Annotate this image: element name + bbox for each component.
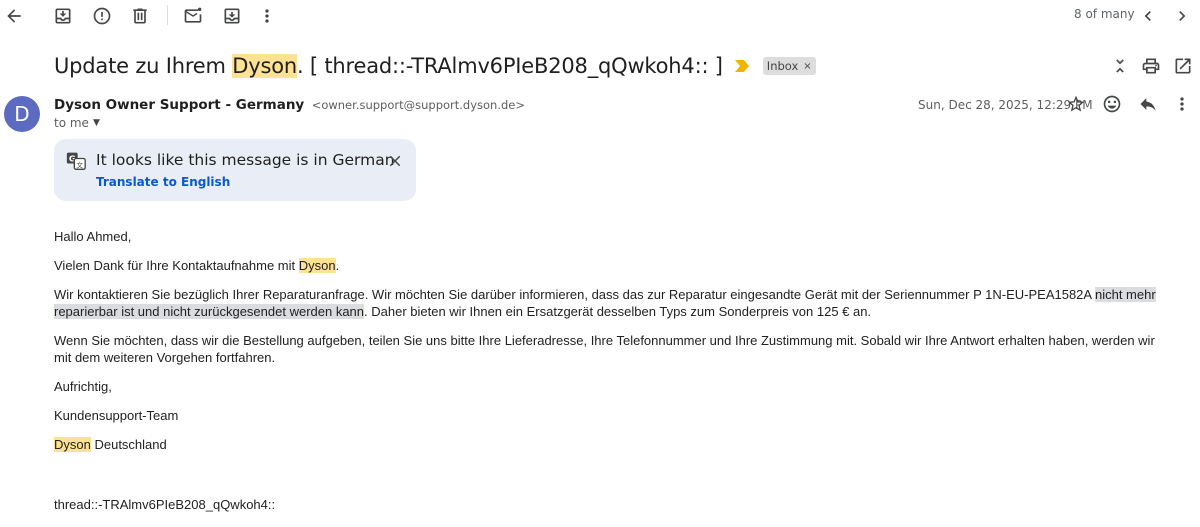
subject-row: Update zu Ihrem Dyson. [ thread::-TRAlmv… xyxy=(54,50,816,82)
repair-text-end: . Daher bieten wir Ihnen ein Ersatzgerät… xyxy=(364,304,872,319)
thanks-end: . xyxy=(335,258,340,273)
signature-highlight: Dyson xyxy=(54,437,91,452)
avatar[interactable]: D xyxy=(4,96,40,132)
svg-text:文: 文 xyxy=(76,160,83,169)
move-to-icon[interactable] xyxy=(216,0,248,32)
pager-count: 8 of many xyxy=(1074,7,1135,21)
archive-icon[interactable] xyxy=(47,0,79,32)
translate-icon: G 文 xyxy=(66,152,86,170)
repair-paragraph: Wir kontaktieren Sie bezüglich Ihrer Rep… xyxy=(54,286,1174,320)
important-marker-icon[interactable] xyxy=(734,60,749,72)
print-icon[interactable] xyxy=(1135,50,1167,82)
more-vert-icon[interactable] xyxy=(251,0,283,32)
recipient-text: to me xyxy=(54,116,89,130)
reply-icon[interactable] xyxy=(1132,88,1164,120)
thanks-paragraph: Vielen Dank für Ihre Kontaktaufnahme mit… xyxy=(54,257,1174,274)
team-signature: Kundensupport-Team xyxy=(54,408,179,423)
sender-line: Dyson Owner Support - Germany <owner.sup… xyxy=(54,96,525,114)
subject-text-start: Update zu Ihrem xyxy=(54,54,233,78)
show-details-caret-icon[interactable]: ▼ xyxy=(93,118,100,128)
close-icon[interactable] xyxy=(384,150,406,172)
toolbar-divider xyxy=(167,5,168,25)
subject-highlight: Dyson xyxy=(232,54,297,78)
label-chip-text: Inbox xyxy=(766,59,799,73)
older-chevron-right-icon[interactable] xyxy=(1166,0,1198,32)
greeting: Hallo Ahmed, xyxy=(54,229,132,244)
back-arrow-icon[interactable] xyxy=(0,0,30,32)
email-body: Hallo Ahmed, Vielen Dank für Ihre Kontak… xyxy=(54,228,1174,465)
translate-message: It looks like this message is in German xyxy=(96,151,395,169)
repair-text-start: Wir kontaktieren Sie bezüglich Ihrer Rep… xyxy=(54,287,1095,302)
subject-text-end: . [ thread::-TRAlmv6PIeB208_qQwkoh4:: ] xyxy=(296,54,723,78)
mark-unread-icon[interactable] xyxy=(177,0,209,32)
emoji-reaction-icon[interactable] xyxy=(1096,88,1128,120)
collapse-all-icon[interactable] xyxy=(1104,50,1136,82)
thread-id-footer: thread::-TRAlmv6PIeB208_qQwkoh4:: xyxy=(54,497,276,512)
translate-link[interactable]: Translate to English xyxy=(96,175,230,189)
thanks-text: Vielen Dank für Ihre Kontaktaufnahme mit xyxy=(54,258,299,273)
delete-icon[interactable] xyxy=(124,0,156,32)
translate-banner: G 文 It looks like this message is in Ger… xyxy=(54,139,416,201)
company-signature: Dyson Deutschland xyxy=(54,436,1174,453)
message-more-vert-icon[interactable] xyxy=(1166,88,1198,120)
label-remove-icon[interactable]: × xyxy=(803,61,811,72)
email-subject: Update zu Ihrem Dyson. [ thread::-TRAlmv… xyxy=(54,54,723,78)
open-new-window-icon[interactable] xyxy=(1167,50,1199,82)
star-icon[interactable] xyxy=(1060,88,1092,120)
sender-email: <owner.support@support.dyson.de> xyxy=(311,98,526,112)
report-spam-icon[interactable] xyxy=(86,0,118,32)
recipient-line: to me ▼ xyxy=(54,116,100,130)
signature-country: Deutschland xyxy=(90,437,167,452)
newer-chevron-left-icon[interactable] xyxy=(1132,0,1164,32)
label-chip-inbox[interactable]: Inbox × xyxy=(762,57,816,75)
thanks-highlight: Dyson xyxy=(298,258,336,273)
closing: Aufrichtig, xyxy=(54,379,112,394)
request-paragraph: Wenn Sie möchten, dass wir die Bestellun… xyxy=(54,333,1155,365)
sender-name[interactable]: Dyson Owner Support - Germany xyxy=(54,97,304,113)
